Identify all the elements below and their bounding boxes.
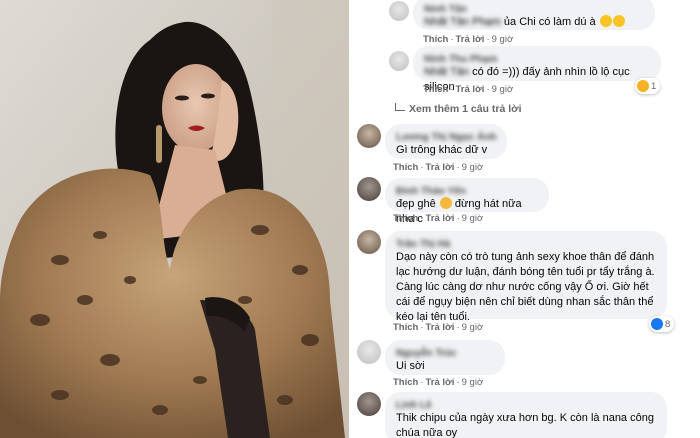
avatar[interactable] (357, 392, 381, 416)
comment-time[interactable]: 9 giờ (492, 84, 514, 95)
like-button[interactable]: Thích (423, 84, 448, 95)
avatar[interactable] (357, 340, 381, 364)
reply-button[interactable]: Trả lời (426, 213, 455, 224)
comment-actions: Thích · Trả lời · 9 giờ (423, 84, 514, 95)
comment-author[interactable]: Lương Thị Ngọc Ánh (396, 130, 496, 142)
comment-author[interactable]: Ninh Thu Phạm (424, 52, 650, 64)
reply-button[interactable]: Trả lời (456, 84, 485, 95)
comment-bubble: Linh Lê Thik chipu của ngày xưa hơn bg. … (385, 392, 667, 438)
comment-author[interactable]: Trần Thị Hà (396, 237, 656, 249)
avatar[interactable] (389, 1, 409, 21)
comment-bubble: Nguyễn Trúc Ui sời (385, 340, 505, 375)
comment-text: Thik chipu của ngày xưa hơn bg. K còn là… (396, 412, 654, 438)
comment-time[interactable]: 9 giờ (462, 162, 484, 173)
comment-actions: Thích · Trả lời · 9 giờ (393, 213, 484, 224)
comment-time[interactable]: 9 giờ (462, 377, 484, 388)
sad-emoji (439, 197, 452, 209)
comment-text: Gì trông khác dữ v (396, 144, 488, 156)
comment-bubble: Đinh Thảo Yến đẹp ghê đừng hát nữa nha c (385, 178, 549, 225)
comment-bubble: Lương Thị Ngọc Ánh Gì trông khác dữ v (385, 124, 507, 159)
comment-bubble: Trần Thị Hà Dạo này còn có trò tung ảnh … (385, 231, 667, 323)
grinning-emoji (599, 15, 612, 27)
comment-bubble: Ninh Thu Phạm Nhất Tân có đó =))) đấy ản… (413, 46, 661, 93)
comment-time[interactable]: 9 giờ (462, 322, 484, 333)
grinning-emoji (612, 15, 625, 27)
comment-text: Nhất Tân Phạm ủa Chi có làm dú à (424, 15, 644, 30)
comment-bubble: Ninh Tân Nhất Tân Phạm ủa Chi có làm dú … (413, 0, 655, 30)
comment-author[interactable]: Ninh Tân (424, 2, 644, 14)
comment-author[interactable]: Đinh Thảo Yến (396, 184, 538, 196)
reply-button[interactable]: Trả lời (426, 377, 455, 388)
reply-button[interactable]: Trả lời (456, 34, 485, 45)
like-button[interactable]: Thích (393, 213, 418, 224)
avatar[interactable] (357, 230, 381, 254)
comment-text: Dạo này còn có trò tung ảnh sexy khoe th… (396, 251, 655, 323)
reaction-summary[interactable]: 1 (635, 78, 661, 94)
comments-panel: Ninh Tân Nhất Tân Phạm ủa Chi có làm dú … (351, 0, 700, 438)
comment-actions: Thích · Trả lời · 9 giờ (393, 322, 484, 333)
photo-illustration (0, 0, 349, 438)
comment-actions: Thích · Trả lời · 9 giờ (423, 34, 514, 45)
avatar[interactable] (389, 51, 409, 71)
like-button[interactable]: Thích (393, 162, 418, 173)
wow-reaction-icon (637, 80, 649, 92)
like-button[interactable]: Thích (393, 377, 418, 388)
like-button[interactable]: Thích (393, 322, 418, 333)
photo-woman-fur-coat (0, 0, 349, 438)
reply-arrow-icon (395, 103, 405, 111)
like-reaction-icon (651, 318, 663, 330)
avatar[interactable] (357, 177, 381, 201)
comment-text: Ui sời (396, 360, 425, 372)
comment-author[interactable]: Nguyễn Trúc (396, 346, 494, 358)
comment-time[interactable]: 9 giờ (492, 34, 514, 45)
avatar[interactable] (357, 124, 381, 148)
reaction-summary[interactable]: 8 (649, 316, 675, 332)
comment-actions: Thích · Trả lời · 9 giờ (393, 377, 484, 388)
reply-button[interactable]: Trả lời (426, 322, 455, 333)
comment-author[interactable]: Linh Lê (396, 398, 656, 410)
more-replies-link[interactable]: Xem thêm 1 câu trả lời (395, 103, 522, 115)
comment-time[interactable]: 9 giờ (462, 213, 484, 224)
like-button[interactable]: Thích (423, 34, 448, 45)
comment-actions: Thích · Trả lời · 9 giờ (393, 162, 484, 173)
reply-button[interactable]: Trả lời (426, 162, 455, 173)
